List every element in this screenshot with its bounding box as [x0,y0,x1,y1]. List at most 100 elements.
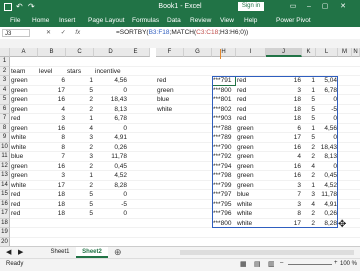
criteria-cell[interactable]: green [157,86,183,96]
ribbon-display-icon[interactable]: ▭ [286,2,300,12]
table-cell[interactable]: green [11,171,37,181]
signin-button[interactable]: Sign in [238,2,264,11]
scroll-right-icon[interactable]: ▶ [18,248,23,256]
table-cell[interactable]: 18 [39,209,65,219]
table-cell[interactable]: white [11,181,37,191]
header-cell[interactable]: incentive [95,67,127,77]
tab-help[interactable]: Help [244,17,257,24]
col-header-F[interactable]: F [156,48,184,57]
criteria-cell[interactable]: red [157,76,183,86]
tab-sheet1[interactable]: Sheet1 [44,247,76,258]
tab-view[interactable]: View [220,17,234,24]
row-header-16[interactable]: 16 [0,199,10,209]
table-cell[interactable]: red [11,200,37,210]
header-cell[interactable]: stars [67,67,93,77]
row-header-19[interactable]: 19 [0,228,10,238]
enter-icon[interactable]: ✓ [61,30,66,36]
row-header-7[interactable]: 7 [0,114,10,124]
table-cell[interactable]: green [11,86,37,96]
col-header-K[interactable]: K [302,48,316,57]
tab-data[interactable]: Data [167,17,181,24]
table-cell[interactable]: 6,78 [95,114,127,124]
row-header-9[interactable]: 9 [0,133,10,143]
insert-function-icon[interactable]: fx [75,30,80,36]
table-cell[interactable]: 5 [67,200,93,210]
table-cell[interactable]: 7 [39,152,65,162]
tab-insert[interactable]: Insert [59,17,75,24]
table-cell[interactable]: 5 [67,209,93,219]
table-cell[interactable]: 18,43 [95,95,127,105]
horizontal-scrollbar[interactable] [180,250,354,255]
header-cell[interactable]: level [39,67,65,77]
criteria-cell[interactable]: white [157,105,183,115]
table-cell[interactable]: 3 [67,152,93,162]
table-cell[interactable]: 0 [95,209,127,219]
minimize-button[interactable]: – [302,2,316,12]
table-cell[interactable]: 17 [39,86,65,96]
table-cell[interactable]: 16 [39,95,65,105]
table-cell[interactable]: red [11,114,37,124]
cancel-icon[interactable]: ✕ [46,30,51,36]
table-cell[interactable]: 3 [39,114,65,124]
page-layout-view-icon[interactable]: ▤ [254,260,261,268]
row-header-15[interactable]: 15 [0,190,10,200]
row-header-18[interactable]: 18 [0,218,10,228]
table-cell[interactable]: -5 [95,200,127,210]
row-header-12[interactable]: 12 [0,161,10,171]
name-box[interactable]: J3 [2,29,30,37]
col-header-C[interactable]: C [66,48,94,57]
row-header-17[interactable]: 17 [0,209,10,219]
table-cell[interactable]: 1 [67,114,93,124]
tab-sheet2[interactable]: Sheet2 [76,247,108,258]
table-cell[interactable]: 0 [95,190,127,200]
table-cell[interactable]: white [11,143,37,153]
table-cell[interactable]: green [11,162,37,172]
zoom-slider[interactable] [288,264,332,265]
table-cell[interactable]: 8,28 [95,181,127,191]
col-header-A[interactable]: A [10,48,38,57]
scroll-left-icon[interactable]: ◀ [6,248,11,256]
zoom-out-icon[interactable]: – [280,260,283,266]
table-cell[interactable]: 16 [39,162,65,172]
col-header-H[interactable]: H [212,48,236,57]
table-cell[interactable]: 5 [67,190,93,200]
table-cell[interactable]: 11,78 [95,152,127,162]
table-cell[interactable]: 6 [39,76,65,86]
table-cell[interactable]: 0 [95,124,127,134]
table-cell[interactable]: blue [11,152,37,162]
normal-view-icon[interactable]: ▦ [240,260,247,268]
col-header-M[interactable]: M [338,48,352,57]
table-cell[interactable]: red [11,190,37,200]
table-cell[interactable]: 2 [67,95,93,105]
table-cell[interactable]: 5 [67,86,93,96]
col-header-G[interactable]: G [184,48,212,57]
row-header-11[interactable]: 11 [0,152,10,162]
table-cell[interactable]: 1 [67,76,93,86]
table-cell[interactable]: 16 [39,124,65,134]
row-header-13[interactable]: 13 [0,171,10,181]
page-break-view-icon[interactable]: ▥ [268,260,275,268]
table-cell[interactable]: green [11,105,37,115]
criteria-cell[interactable]: blue [157,95,183,105]
col-header-I[interactable]: I [236,48,266,57]
tab-file[interactable]: File [10,17,20,24]
table-cell[interactable]: 4,52 [95,171,127,181]
row-header-14[interactable]: 14 [0,180,10,190]
row-header-10[interactable]: 10 [0,142,10,152]
tab-review[interactable]: Review [190,17,211,24]
table-cell[interactable]: 18 [39,190,65,200]
col-header-N[interactable]: N [352,48,360,57]
row-header-8[interactable]: 8 [0,123,10,133]
table-cell[interactable]: 3 [67,133,93,143]
table-cell[interactable]: red [11,209,37,219]
table-cell[interactable]: 2 [67,143,93,153]
select-all-corner[interactable] [0,48,10,57]
close-button[interactable]: ✕ [336,2,350,12]
table-cell[interactable]: 18 [39,200,65,210]
table-cell[interactable]: green [11,95,37,105]
col-header-B[interactable]: B [38,48,66,57]
row-header-6[interactable]: 6 [0,104,10,114]
table-cell[interactable]: 4 [67,124,93,134]
row-header-5[interactable]: 5 [0,95,10,105]
table-cell[interactable]: green [11,124,37,134]
